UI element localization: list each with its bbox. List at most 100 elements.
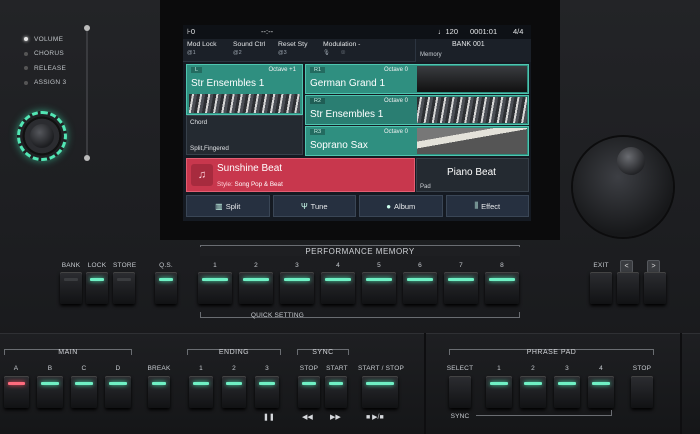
knob-assign-assign3[interactable]: ASSIGN 3 (24, 76, 66, 91)
tab-split[interactable]: ▥ Split (186, 195, 270, 217)
exit-button[interactable] (590, 272, 612, 304)
tempo[interactable]: ♩120 (438, 27, 458, 36)
param-reset-sty[interactable]: Reset Sty @3 (278, 41, 307, 56)
fast-forward-icon: ▶▶ (330, 414, 341, 421)
strings-image (417, 97, 527, 123)
bank-button[interactable] (60, 272, 82, 304)
qs-label: Q.S. (159, 262, 173, 269)
main-b-button[interactable] (37, 376, 63, 408)
bank-title: BANK 001 (452, 41, 485, 48)
start-stop-button[interactable] (362, 376, 398, 408)
break-button[interactable] (148, 376, 170, 408)
transpose-icon: ⊦0 (187, 27, 196, 36)
pad-box[interactable]: Piano Beat Pad (416, 158, 529, 192)
knob-assign-slider-track (86, 28, 88, 158)
knob-assign-chorus[interactable]: CHORUS (24, 47, 66, 62)
main-c-button[interactable] (71, 376, 97, 408)
tab-tune[interactable]: Ψ Tune (272, 195, 356, 217)
pad-sync-bracket (476, 410, 612, 416)
start-stop-label: START / STOP (358, 365, 404, 372)
part-r1[interactable]: R1 Octave 0 German Grand 1 (305, 64, 529, 94)
tab-album[interactable]: ● Album (359, 195, 443, 217)
section-divider (424, 333, 426, 434)
knob-section: VOLUME CHORUS RELEASE ASSIGN 3 (0, 0, 160, 240)
param-modulation[interactable]: Modulation - 🎙 ☉ (323, 41, 360, 56)
break-label: BREAK (147, 365, 171, 372)
lock-label: LOCK (87, 262, 107, 269)
flute-image (417, 128, 527, 154)
ending-1-button[interactable] (189, 376, 213, 408)
page-left-button[interactable] (617, 272, 639, 304)
dial-finger-hole (617, 147, 645, 175)
main-a-button[interactable] (4, 376, 29, 408)
pause-icon: ❚❚ (263, 414, 275, 421)
indicator-dot (24, 51, 28, 56)
memory-button-6[interactable] (403, 272, 437, 304)
sync-start-label: START (326, 365, 348, 372)
phrase-pad-stop-button[interactable] (631, 376, 653, 408)
quick-setting-label: QUICK SETTING (250, 312, 305, 319)
chord-box[interactable]: Chord Split,Fingered (186, 115, 303, 155)
display-screen: ⊦0 --:-- ♩120 0001:01 4/4 Mod Lock @1 Sou… (183, 25, 531, 221)
knob-assign-volume[interactable]: VOLUME (24, 32, 66, 47)
memory-button-2[interactable] (239, 272, 273, 304)
knob-cap (30, 124, 54, 148)
lock-button[interactable] (86, 272, 108, 304)
ending-3-button[interactable] (255, 376, 279, 408)
memory-button-3[interactable] (280, 272, 314, 304)
rewind-icon: ◀◀ (302, 414, 313, 421)
status-bar: ⊦0 --:-- ♩120 0001:01 4/4 (183, 25, 531, 39)
keyboard-panel: VOLUME CHORUS RELEASE ASSIGN 3 ⊦0 --:-- … (0, 0, 700, 434)
exit-label: EXIT (593, 262, 609, 269)
play-stop-icon: ■ ▶/■ (366, 414, 384, 421)
main-d-button[interactable] (105, 376, 131, 408)
memory-button-1[interactable] (198, 272, 232, 304)
pad-sync-label: SYNC (450, 413, 470, 420)
bank-box[interactable]: BANK 001 Memory (415, 39, 531, 62)
ending-2-button[interactable] (222, 376, 246, 408)
sync-stop-label: STOP (299, 365, 319, 372)
memory-button-8[interactable] (485, 272, 519, 304)
section-divider (680, 333, 682, 434)
split-icon: ▥ (215, 201, 223, 211)
tab-effect[interactable]: ⫼ Effect (445, 195, 529, 217)
phrase-pad-1-button[interactable] (486, 376, 512, 408)
memory-button-5[interactable] (362, 272, 396, 304)
effect-icon: ⫼ (474, 201, 479, 210)
part-r3[interactable]: R3 Octave 0 Soprano Sax (305, 126, 529, 156)
sync-stop-button[interactable] (298, 376, 320, 408)
store-button[interactable] (113, 272, 135, 304)
memory-button-4[interactable] (321, 272, 355, 304)
page-right-button[interactable] (644, 272, 666, 304)
main-label: MAIN (58, 349, 78, 356)
pad-stop-label: STOP (632, 365, 652, 372)
part-r2[interactable]: R2 Octave 0 Str Ensembles 1 (305, 95, 529, 125)
slider-top-dot (84, 25, 90, 31)
phrase-pad-3-button[interactable] (554, 376, 580, 408)
memory-button-7[interactable] (444, 272, 478, 304)
quick-setting-button[interactable] (155, 272, 177, 304)
part-left[interactable]: L Octave +1 Str Ensembles 1 (186, 64, 303, 115)
phrase-pad-4-button[interactable] (588, 376, 614, 408)
sync-start-button[interactable] (325, 376, 347, 408)
param-sound-ctrl[interactable]: Sound Ctrl @2 (233, 41, 265, 56)
knob-assign-list: VOLUME CHORUS RELEASE ASSIGN 3 (24, 32, 66, 90)
album-icon: ● (386, 201, 392, 211)
screen-tabs: ▥ Split Ψ Tune ● Album ⫼ Effect (186, 195, 529, 217)
live-control-knob[interactable] (17, 111, 67, 161)
piano-image (417, 66, 527, 92)
indicator-dot (24, 80, 28, 85)
bank-label: BANK (61, 262, 81, 269)
phrase-pad-2-button[interactable] (520, 376, 546, 408)
phrase-select-button[interactable] (449, 376, 471, 408)
tune-icon: Ψ (300, 201, 308, 211)
time-signature: 4/4 (513, 27, 524, 36)
style-box[interactable]: ♫ Sunshine Beat Style: Song Pop & Beat (186, 158, 415, 192)
data-dial[interactable] (573, 137, 673, 237)
slider-bottom-dot (84, 155, 90, 161)
memory-label: Memory (420, 52, 442, 58)
knob-assign-release[interactable]: RELEASE (24, 61, 66, 76)
param-mod-lock[interactable]: Mod Lock @1 (187, 41, 216, 56)
phrase-pad-label: PHRASE PAD (526, 349, 577, 356)
indicator-dot (24, 37, 28, 42)
